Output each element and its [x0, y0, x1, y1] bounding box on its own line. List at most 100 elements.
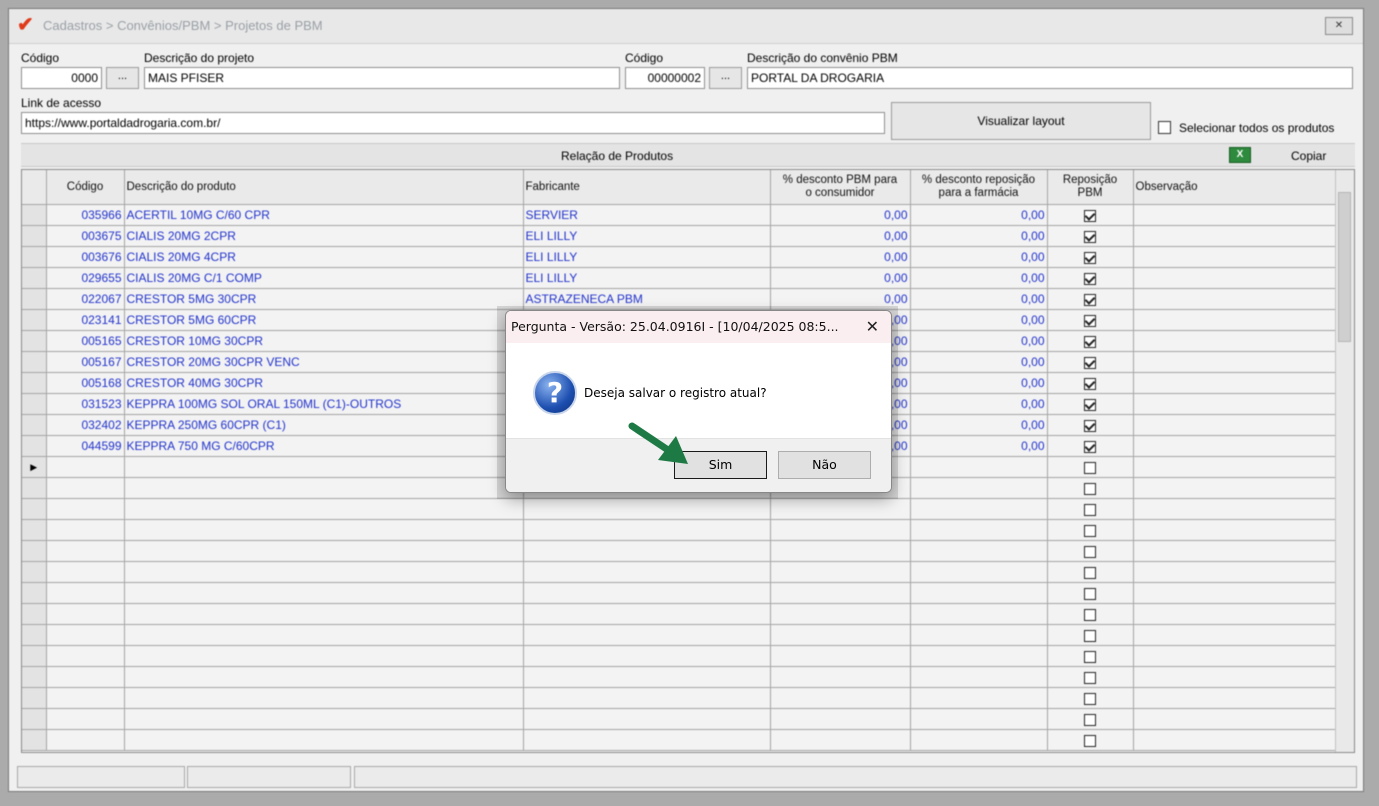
reposicao-checkbox[interactable]: [1084, 608, 1096, 621]
row-codigo[interactable]: 044599: [46, 435, 125, 457]
empty-table-row[interactable]: [22, 498, 1337, 520]
convenio-field[interactable]: PORTAL DA DROGARIA: [747, 67, 1353, 89]
empty-cell[interactable]: [523, 582, 771, 604]
empty-cell[interactable]: [770, 540, 911, 562]
empty-cell[interactable]: [46, 519, 125, 541]
reposicao-checkbox[interactable]: [1084, 461, 1096, 474]
empty-cell[interactable]: [124, 645, 524, 667]
empty-cell[interactable]: [770, 666, 911, 688]
empty-cell[interactable]: [523, 624, 771, 646]
row-indicator[interactable]: [22, 708, 47, 730]
row-desc-rep[interactable]: 0,00: [910, 225, 1048, 247]
reposicao-checkbox[interactable]: [1084, 566, 1096, 579]
row-indicator[interactable]: [22, 561, 47, 583]
row-indicator[interactable]: [22, 309, 47, 331]
empty-cell[interactable]: [1133, 687, 1337, 709]
row-observacao[interactable]: [1133, 288, 1337, 310]
empty-cell[interactable]: [910, 624, 1048, 646]
empty-cell[interactable]: [46, 624, 125, 646]
empty-cell[interactable]: [770, 624, 911, 646]
empty-cell[interactable]: [523, 540, 771, 562]
empty-cell[interactable]: [910, 519, 1048, 541]
row-reposicao[interactable]: [1047, 309, 1134, 331]
empty-table-row[interactable]: [22, 624, 1337, 646]
empty-cell[interactable]: [523, 708, 771, 730]
empty-cell[interactable]: [523, 498, 771, 520]
row-desc-rep[interactable]: 0,00: [910, 246, 1048, 268]
row-descricao[interactable]: CRESTOR 5MG 30CPR: [124, 288, 524, 310]
row-desc-rep[interactable]: 0,00: [910, 435, 1048, 457]
empty-cell[interactable]: [124, 666, 524, 688]
row-reposicao[interactable]: [1047, 393, 1134, 415]
row-indicator[interactable]: [22, 246, 47, 268]
row-desc-rep[interactable]: 0,00: [910, 393, 1048, 415]
empty-cell[interactable]: [46, 645, 125, 667]
row-indicator[interactable]: [22, 666, 47, 688]
row-desc-pbm[interactable]: 0,00: [770, 267, 911, 289]
row-codigo[interactable]: 005165: [46, 330, 125, 352]
empty-cell[interactable]: [770, 519, 911, 541]
row-codigo[interactable]: 032402: [46, 414, 125, 436]
empty-cell[interactable]: [46, 561, 125, 583]
empty-cell[interactable]: [910, 729, 1048, 751]
window-close-button[interactable]: ✕: [1325, 17, 1353, 35]
row-desc-rep[interactable]: 0,00: [910, 414, 1048, 436]
row-reposicao[interactable]: [1047, 519, 1134, 541]
row-fabricante[interactable]: SERVIER: [523, 204, 771, 226]
table-row[interactable]: 003676 CIALIS 20MG 4CPR ELI LILLY 0,00 0,00: [22, 246, 1337, 268]
reposicao-checkbox[interactable]: [1084, 398, 1096, 411]
empty-cell[interactable]: [1133, 645, 1337, 667]
row-indicator[interactable]: [22, 414, 47, 436]
empty-cell[interactable]: [523, 729, 771, 751]
current-row-indicator-icon[interactable]: ▶: [22, 456, 47, 478]
row-observacao[interactable]: [1133, 351, 1337, 373]
link-field[interactable]: https://www.portaldadrogaria.com.br/: [21, 112, 885, 134]
row-reposicao[interactable]: [1047, 288, 1134, 310]
reposicao-checkbox[interactable]: [1084, 314, 1096, 327]
empty-cell[interactable]: [124, 498, 524, 520]
reposicao-checkbox[interactable]: [1084, 251, 1096, 264]
row-observacao[interactable]: [1133, 414, 1337, 436]
row-descricao[interactable]: ACERTIL 10MG C/60 CPR: [124, 204, 524, 226]
empty-cell[interactable]: [910, 666, 1048, 688]
table-row[interactable]: 029655 CIALIS 20MG C/1 COMP ELI LILLY 0,00 0…: [22, 267, 1337, 289]
table-row[interactable]: 035966 ACERTIL 10MG C/60 CPR SERVIER 0,00 0,…: [22, 204, 1337, 226]
row-indicator[interactable]: [22, 267, 47, 289]
empty-table-row[interactable]: [22, 582, 1337, 604]
row-codigo[interactable]: 022067: [46, 288, 125, 310]
row-observacao[interactable]: [1133, 246, 1337, 268]
row-reposicao[interactable]: [1047, 246, 1134, 268]
row-indicator[interactable]: [22, 330, 47, 352]
row-codigo[interactable]: 023141: [46, 309, 125, 331]
empty-table-row[interactable]: [22, 729, 1337, 751]
empty-cell[interactable]: [910, 498, 1048, 520]
row-reposicao[interactable]: [1047, 666, 1134, 688]
row-desc-rep[interactable]: 0,00: [910, 288, 1048, 310]
row-indicator[interactable]: [22, 477, 47, 499]
empty-cell[interactable]: [1133, 666, 1337, 688]
empty-cell[interactable]: [1133, 729, 1337, 751]
empty-table-row[interactable]: [22, 645, 1337, 667]
row-descricao[interactable]: CRESTOR 20MG 30CPR VENC: [124, 351, 524, 373]
empty-cell[interactable]: [124, 561, 524, 583]
row-desc-rep[interactable]: 0,00: [910, 309, 1048, 331]
row-codigo[interactable]: 005168: [46, 372, 125, 394]
row-indicator[interactable]: [22, 393, 47, 415]
header-desc-pbm[interactable]: % desconto PBM para o consumidor: [770, 170, 911, 205]
empty-cell[interactable]: [770, 603, 911, 625]
dialog-close-icon[interactable]: ✕: [866, 317, 879, 336]
empty-cell[interactable]: [770, 582, 911, 604]
empty-cell[interactable]: [46, 687, 125, 709]
view-layout-button[interactable]: Visualizar layout: [891, 102, 1151, 140]
reposicao-checkbox[interactable]: [1084, 356, 1096, 369]
row-reposicao[interactable]: [1047, 351, 1134, 373]
empty-cell[interactable]: [910, 456, 1048, 478]
table-row[interactable]: 003675 CIALIS 20MG 2CPR ELI LILLY 0,00 0,00: [22, 225, 1337, 247]
empty-cell[interactable]: [910, 561, 1048, 583]
vertical-scrollbar[interactable]: [1335, 170, 1354, 752]
row-descricao[interactable]: KEPPRA 100MG SOL ORAL 150ML (C1)-OUTROS: [124, 393, 524, 415]
row-desc-rep[interactable]: 0,00: [910, 372, 1048, 394]
empty-cell[interactable]: [910, 477, 1048, 499]
row-desc-pbm[interactable]: 0,00: [770, 225, 911, 247]
row-observacao[interactable]: [1133, 393, 1337, 415]
